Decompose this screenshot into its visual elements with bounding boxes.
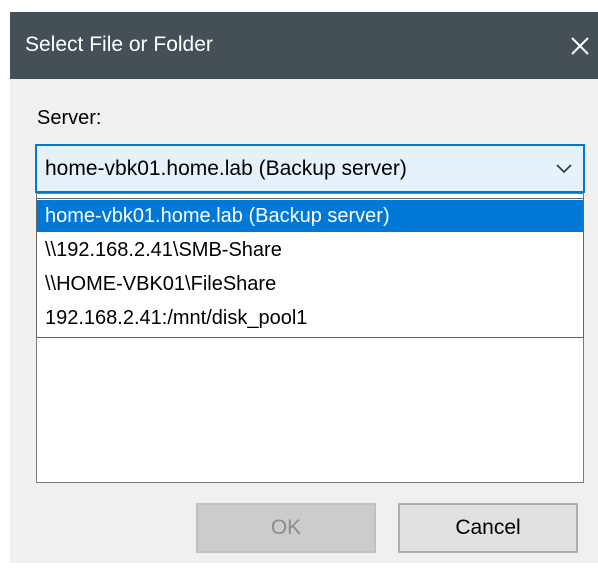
server-option[interactable]: home-vbk01.home.lab (Backup server) xyxy=(37,200,583,232)
server-option[interactable]: \\HOME-VBK01\FileShare xyxy=(37,268,583,300)
title-bar: Select File or Folder xyxy=(10,12,598,79)
server-combobox[interactable]: home-vbk01.home.lab (Backup server) xyxy=(35,144,585,193)
close-icon xyxy=(571,36,589,55)
dialog-title: Select File or Folder xyxy=(25,33,213,56)
select-file-dialog: Select File or Folder Server: home-vbk01… xyxy=(0,0,598,573)
chevron-down-icon xyxy=(556,164,572,174)
ok-button[interactable]: OK xyxy=(196,503,376,553)
server-option[interactable]: 192.168.2.41:/mnt/disk_pool1 xyxy=(37,302,583,334)
cancel-button[interactable]: Cancel xyxy=(398,503,578,553)
close-button[interactable] xyxy=(562,12,598,79)
server-label: Server: xyxy=(37,107,102,129)
window-bottom-edge xyxy=(0,563,598,573)
dialog-body: Server: home-vbk01.home.lab (Backup serv… xyxy=(10,79,598,563)
server-option[interactable]: \\192.168.2.41\SMB-Share xyxy=(37,234,583,266)
server-selected-value: home-vbk01.home.lab (Backup server) xyxy=(45,157,407,180)
server-dropdown-list: home-vbk01.home.lab (Backup server) \\19… xyxy=(36,198,584,338)
